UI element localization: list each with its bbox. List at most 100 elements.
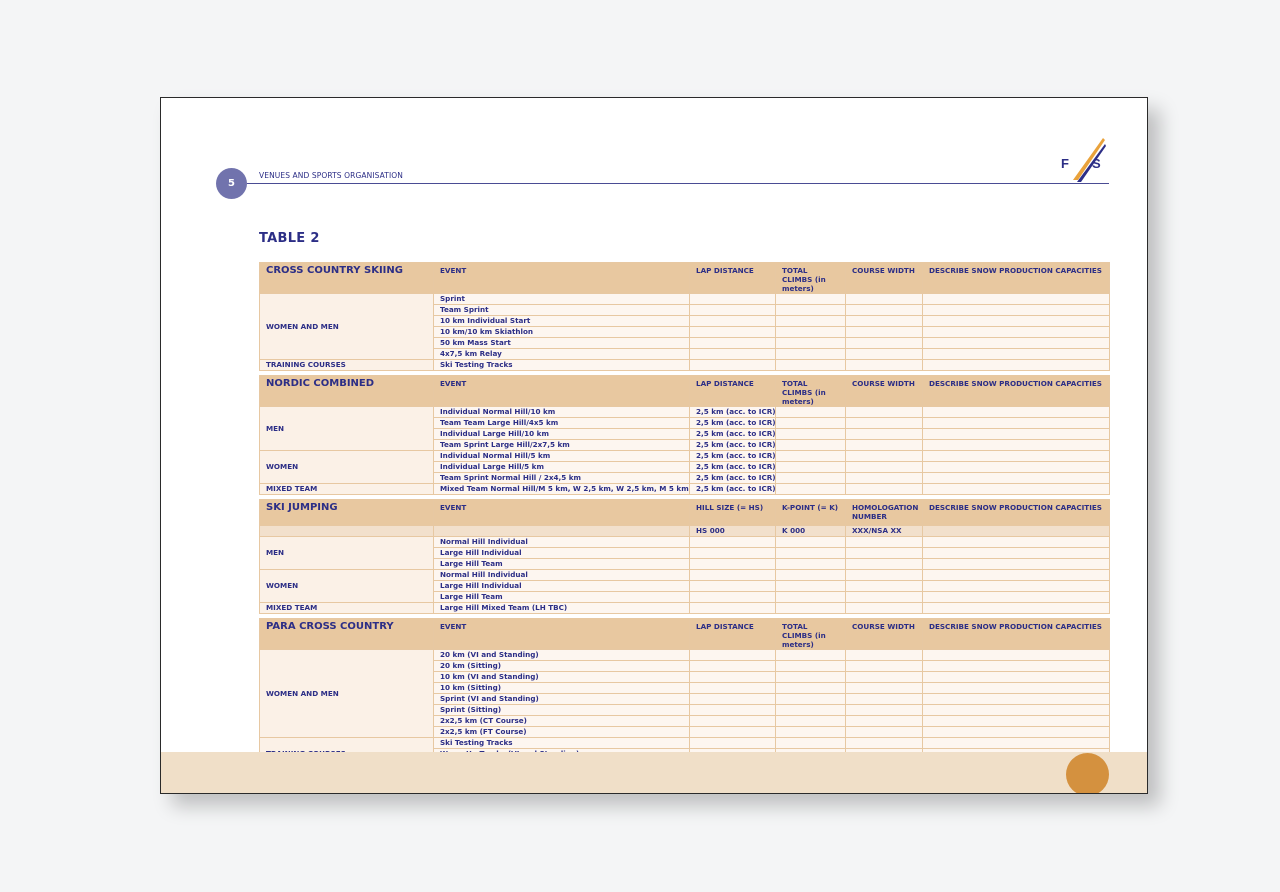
empty-cell — [922, 428, 1110, 440]
table-row: MEN Individual Normal Hill/10 km 2,5 km (a… — [259, 406, 1110, 451]
empty-cell — [845, 461, 923, 473]
event-cell: Sprint (VI and Standing) — [433, 693, 690, 705]
value-cell: 2,5 km (acc. to ICR) — [689, 417, 776, 429]
column-header: TOTAL CLIMBS (in meters) — [775, 375, 846, 407]
group-label: MEN — [259, 536, 434, 570]
event-cell: Large Hill Team — [433, 558, 690, 570]
group-label: WOMEN — [259, 450, 434, 484]
empty-cell — [845, 293, 923, 305]
value-cell: 2,5 km (acc. to ICR) — [689, 439, 776, 451]
empty-cell — [922, 472, 1110, 484]
value-cell — [689, 591, 776, 603]
event-cell: 10 km (Sitting) — [433, 682, 690, 694]
empty-cell — [775, 417, 846, 429]
group-label: WOMEN AND MEN — [259, 293, 434, 360]
subheader-cell — [259, 525, 434, 537]
empty-cell — [922, 682, 1110, 694]
empty-cell — [775, 591, 846, 603]
column-header: DESCRIBE SNOW PRODUCTION CAPACITIES — [922, 618, 1110, 650]
column-header: TOTAL CLIMBS (in meters) — [775, 262, 846, 294]
event-cell: Normal Hill Individual — [433, 536, 690, 548]
empty-cell — [775, 428, 846, 440]
empty-cell — [775, 536, 846, 548]
column-header: HILL SIZE (= HS) — [689, 499, 776, 526]
column-header: HOMOLOGATION NUMBER — [845, 499, 923, 526]
event-cell: 20 km (Sitting) — [433, 660, 690, 672]
empty-cell — [775, 304, 846, 316]
event-cell: Team Sprint — [433, 304, 690, 316]
empty-cell — [845, 569, 923, 581]
empty-cell — [845, 547, 923, 559]
value-cell — [689, 293, 776, 305]
empty-cell — [775, 547, 846, 559]
empty-cell — [775, 737, 846, 749]
table-row: MIXED TEAM Large Hill Mixed Team (LH TBC) — [259, 602, 1110, 614]
event-cell: Large Hill Individual — [433, 580, 690, 592]
empty-cell — [845, 348, 923, 360]
sport-name: PARA CROSS COUNTRY — [259, 618, 434, 650]
value-cell: 2,5 km (acc. to ICR) — [689, 483, 776, 495]
empty-cell — [845, 359, 923, 371]
empty-cell — [845, 602, 923, 614]
empty-cell — [922, 693, 1110, 705]
empty-cell — [775, 682, 846, 694]
empty-cell — [775, 472, 846, 484]
column-header: LAP DISTANCE — [689, 262, 776, 294]
value-cell: 2,5 km (acc. to ICR) — [689, 450, 776, 462]
table-row: MIXED TEAM Mixed Team Normal Hill/M 5 km,… — [259, 483, 1110, 495]
sport-name: CROSS COUNTRY SKIING — [259, 262, 434, 294]
empty-cell — [922, 704, 1110, 716]
empty-cell — [845, 536, 923, 548]
empty-cell — [775, 450, 846, 462]
event-cell: Large Hill Individual — [433, 547, 690, 559]
footer-band — [161, 752, 1147, 793]
value-cell — [689, 536, 776, 548]
event-cell: Team Sprint Normal Hill / 2x4,5 km — [433, 472, 690, 484]
empty-cell — [775, 569, 846, 581]
column-header: COURSE WIDTH — [845, 618, 923, 650]
value-cell — [689, 315, 776, 327]
empty-cell — [845, 580, 923, 592]
empty-cell — [845, 704, 923, 716]
subheader-cell: XXX/NSA XX — [845, 525, 923, 537]
page-number-badge: 5 — [216, 168, 247, 199]
event-cell: Individual Normal Hill/10 km — [433, 406, 690, 418]
value-cell — [689, 359, 776, 371]
column-header: EVENT — [433, 499, 690, 526]
event-cell: 2x2,5 km (FT Course) — [433, 726, 690, 738]
group-label: TRAINING COURSES — [259, 359, 434, 371]
footer-circle — [1066, 753, 1109, 793]
empty-cell — [775, 704, 846, 716]
empty-cell — [845, 682, 923, 694]
table-row: MEN Normal Hill Individual — [259, 536, 1110, 570]
empty-cell — [922, 602, 1110, 614]
empty-cell — [922, 715, 1110, 727]
empty-cell — [775, 326, 846, 338]
column-header: K-POINT (= K) — [775, 499, 846, 526]
column-header: EVENT — [433, 618, 690, 650]
sport-table: CROSS COUNTRY SKIING EVENT LAP DISTANCE TOT… — [259, 262, 1110, 371]
empty-cell — [845, 483, 923, 495]
event-cell: Individual Normal Hill/5 km — [433, 450, 690, 462]
empty-cell — [922, 558, 1110, 570]
subheader-cell — [922, 525, 1110, 537]
empty-cell — [922, 737, 1110, 749]
column-header: LAP DISTANCE — [689, 375, 776, 407]
empty-cell — [922, 580, 1110, 592]
value-cell: 2,5 km (acc. to ICR) — [689, 406, 776, 418]
value-cell — [689, 715, 776, 727]
event-cell: 4x7,5 km Relay — [433, 348, 690, 360]
empty-cell — [922, 326, 1110, 338]
table-row: WOMEN Individual Normal Hill/5 km 2,5 km (… — [259, 450, 1110, 484]
event-cell: Team Sprint Large Hill/2x7,5 km — [433, 439, 690, 451]
event-cell: 50 km Mass Start — [433, 337, 690, 349]
empty-cell — [922, 406, 1110, 418]
event-cell: 20 km (VI and Standing) — [433, 649, 690, 661]
empty-cell — [922, 293, 1110, 305]
value-cell — [689, 547, 776, 559]
empty-cell — [775, 649, 846, 661]
event-cell: 10 km Individual Start — [433, 315, 690, 327]
empty-cell — [922, 450, 1110, 462]
empty-cell — [845, 660, 923, 672]
event-cell: Mixed Team Normal Hill/M 5 km, W 2,5 km,… — [433, 483, 690, 495]
